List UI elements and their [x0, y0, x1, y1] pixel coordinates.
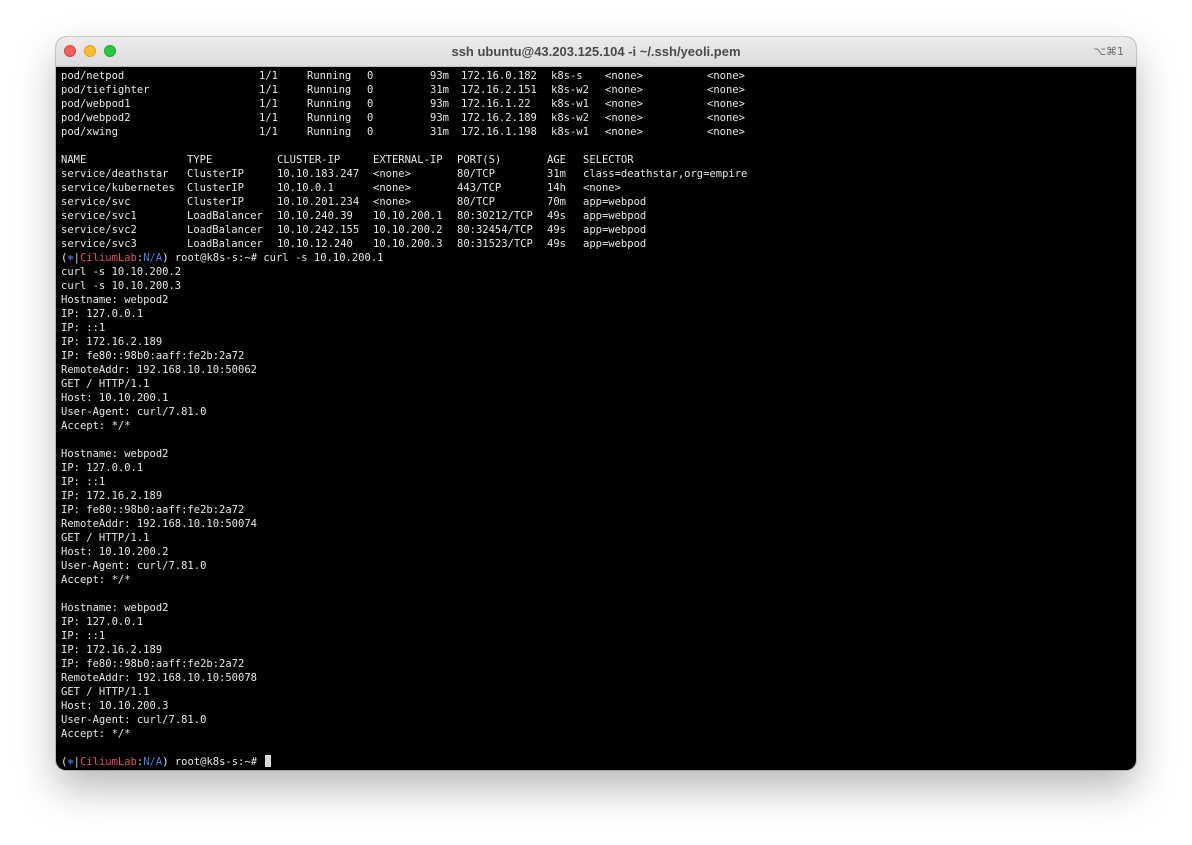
- response-line: IP: ::1: [61, 630, 106, 642]
- kube-namespace: N/A: [143, 252, 163, 264]
- response-line: Accept: */*: [61, 420, 131, 432]
- response-line: IP: 127.0.0.1: [61, 308, 144, 320]
- response-line: IP: ::1: [61, 476, 106, 488]
- response-line: Host: 10.10.200.2: [61, 546, 169, 558]
- kube-context: CiliumLab: [79, 252, 137, 264]
- service-row: service/svc2 LoadBalancer 10.10.242.155 …: [61, 224, 647, 236]
- pod-row: pod/xwing 1/1 Running 0 31m 172.16.1.198…: [61, 126, 745, 138]
- response-line: GET / HTTP/1.1: [61, 378, 150, 390]
- response-line: IP: fe80::98b0:aaff:fe2b:2a72: [61, 350, 245, 362]
- response-line: Accept: */*: [61, 574, 131, 586]
- response-line: GET / HTTP/1.1: [61, 686, 150, 698]
- command-text: curl -s 10.10.200.1: [263, 252, 384, 264]
- command-prompt-line: (⎈|CiliumLab:N/A) root@k8s-s:~# curl -s …: [61, 252, 384, 264]
- response-line: IP: fe80::98b0:aaff:fe2b:2a72: [61, 504, 245, 516]
- tab-shortcut-label: ⌥⌘1: [1093, 45, 1124, 58]
- response-line: User-Agent: curl/7.81.0: [61, 560, 207, 572]
- response-line: Host: 10.10.200.1: [61, 392, 169, 404]
- service-row: service/svc3 LoadBalancer 10.10.12.240 1…: [61, 238, 647, 250]
- response-line: IP: 172.16.2.189: [61, 490, 163, 502]
- response-line: IP: 127.0.0.1: [61, 616, 144, 628]
- response-line: RemoteAddr: 192.168.10.10:50078: [61, 672, 257, 684]
- service-row: service/deathstar ClusterIP 10.10.183.24…: [61, 168, 748, 180]
- title-bar[interactable]: ssh ubuntu@43.203.125.104 -i ~/.ssh/yeol…: [56, 37, 1136, 67]
- service-row: service/svc1 LoadBalancer 10.10.240.39 1…: [61, 210, 647, 222]
- response-line: User-Agent: curl/7.81.0: [61, 714, 207, 726]
- response-line: RemoteAddr: 192.168.10.10:50074: [61, 518, 257, 530]
- service-row: service/kubernetes ClusterIP 10.10.0.1 <…: [61, 182, 621, 194]
- response-line: IP: 172.16.2.189: [61, 336, 163, 348]
- response-line: Accept: */*: [61, 728, 131, 740]
- response-line: Hostname: webpod2: [61, 294, 169, 306]
- pasted-command: curl -s 10.10.200.3: [61, 280, 182, 292]
- response-line: Host: 10.10.200.3: [61, 700, 169, 712]
- response-line: User-Agent: curl/7.81.0: [61, 406, 207, 418]
- response-line: IP: 127.0.0.1: [61, 462, 144, 474]
- active-prompt-line[interactable]: (⎈|CiliumLab:N/A) root@k8s-s:~#: [61, 755, 1131, 769]
- response-line: Hostname: webpod2: [61, 602, 169, 614]
- pasted-command: curl -s 10.10.200.2: [61, 266, 182, 278]
- response-line: IP: ::1: [61, 322, 106, 334]
- response-line: IP: 172.16.2.189: [61, 644, 163, 656]
- pod-row: pod/netpod 1/1 Running 0 93m 172.16.0.18…: [61, 70, 745, 82]
- pod-row: pod/webpod2 1/1 Running 0 93m 172.16.2.1…: [61, 112, 745, 124]
- service-row: service/svc ClusterIP 10.10.201.234 <non…: [61, 196, 647, 208]
- kube-context: CiliumLab: [79, 756, 137, 768]
- response-line: RemoteAddr: 192.168.10.10:50062: [61, 364, 257, 376]
- terminal-window: ssh ubuntu@43.203.125.104 -i ~/.ssh/yeol…: [56, 37, 1136, 770]
- window-title: ssh ubuntu@43.203.125.104 -i ~/.ssh/yeol…: [451, 44, 741, 59]
- kube-namespace: N/A: [143, 756, 163, 768]
- service-table-header: NAME TYPE CLUSTER-IP EXTERNAL-IP PORT(S)…: [61, 154, 634, 166]
- response-line: GET / HTTP/1.1: [61, 532, 150, 544]
- response-line: IP: fe80::98b0:aaff:fe2b:2a72: [61, 658, 245, 670]
- response-line: Hostname: webpod2: [61, 448, 169, 460]
- pod-row: pod/tiefighter 1/1 Running 0 31m 172.16.…: [61, 84, 745, 96]
- terminal-output[interactable]: pod/netpod 1/1 Running 0 93m 172.16.0.18…: [61, 69, 1131, 769]
- pod-row: pod/webpod1 1/1 Running 0 93m 172.16.1.2…: [61, 98, 745, 110]
- text-cursor[interactable]: [265, 755, 272, 767]
